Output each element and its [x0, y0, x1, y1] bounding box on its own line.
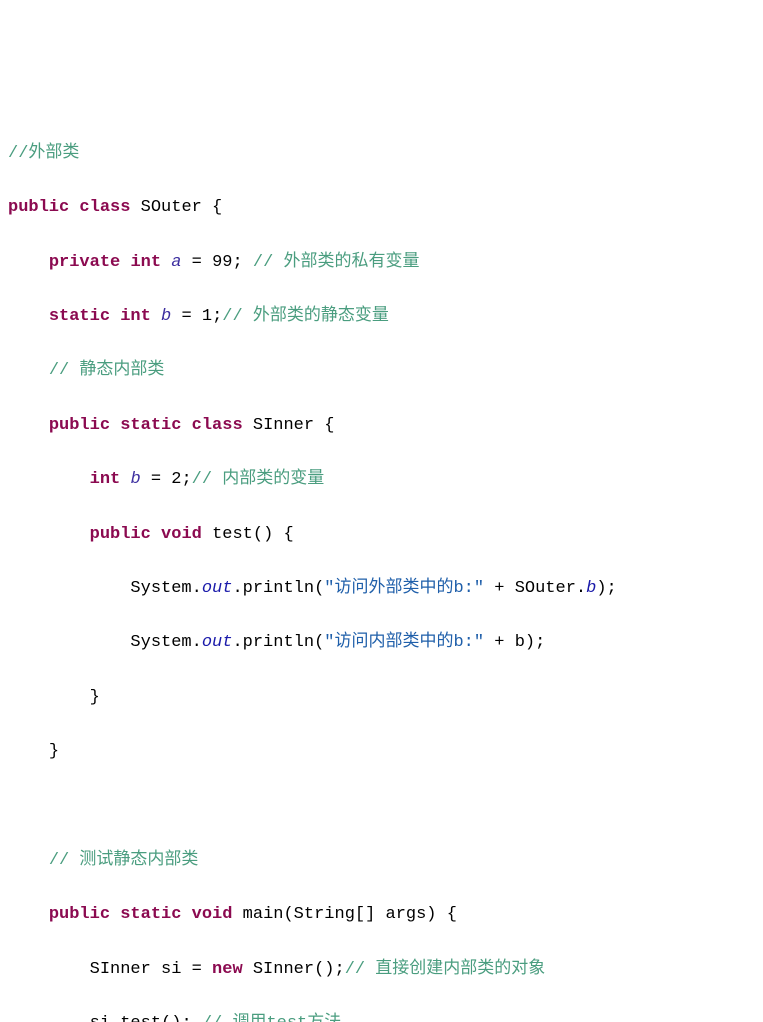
- code-line: [8, 792, 755, 819]
- brace: {: [202, 198, 222, 217]
- method-name: test: [212, 525, 253, 544]
- out-field: out: [202, 633, 233, 652]
- concat-end: + b);: [484, 633, 545, 652]
- paren: () {: [253, 525, 294, 544]
- keyword-static: static: [120, 905, 181, 924]
- operator: =: [181, 253, 212, 272]
- comment: // 静态内部类: [49, 361, 165, 380]
- field-name: b: [130, 470, 140, 489]
- keyword-static: static: [120, 416, 181, 435]
- number-literal: 99: [212, 253, 232, 272]
- code-line: public static class SInner {: [8, 412, 755, 439]
- code-block: //外部类 public class SOuter { private int …: [8, 113, 755, 1022]
- code-line: //外部类: [8, 140, 755, 167]
- field-name: a: [171, 253, 181, 272]
- println-call: .println(: [232, 579, 324, 598]
- method-call: si.test();: [90, 1014, 202, 1022]
- comment: // 直接创建内部类的对象: [345, 960, 546, 979]
- keyword-new: new: [212, 960, 243, 979]
- keyword-int: int: [90, 470, 121, 489]
- params: (String[] args) {: [283, 905, 456, 924]
- out-field: out: [202, 579, 233, 598]
- var-decl: SInner si =: [90, 960, 212, 979]
- end-stmt: );: [596, 579, 616, 598]
- keyword-int: int: [120, 307, 151, 326]
- code-line: }: [8, 684, 755, 711]
- comment: // 调用test方法: [202, 1014, 341, 1022]
- keyword-class: class: [192, 416, 243, 435]
- system-class: System.: [130, 633, 201, 652]
- code-line: System.out.println("访问外部类中的b:" + SOuter.…: [8, 575, 755, 602]
- keyword-public: public: [90, 525, 151, 544]
- keyword-private: private: [49, 253, 120, 272]
- comment: // 内部类的变量: [192, 470, 325, 489]
- keyword-public: public: [49, 905, 110, 924]
- number-literal: 2: [171, 470, 181, 489]
- field-name: b: [161, 307, 171, 326]
- keyword-public: public: [49, 416, 110, 435]
- keyword-static: static: [49, 307, 110, 326]
- code-line: System.out.println("访问内部类中的b:" + b);: [8, 629, 755, 656]
- code-line: // 静态内部类: [8, 357, 755, 384]
- keyword-class: class: [79, 198, 130, 217]
- semicolon: ;: [212, 307, 222, 326]
- method-name: main: [243, 905, 284, 924]
- code-line: int b = 2;// 内部类的变量: [8, 466, 755, 493]
- keyword-void: void: [192, 905, 233, 924]
- keyword-int: int: [130, 253, 161, 272]
- concat: + SOuter.: [484, 579, 586, 598]
- operator: =: [171, 307, 202, 326]
- code-line: SInner si = new SInner();// 直接创建内部类的对象: [8, 956, 755, 983]
- keyword-public: public: [8, 198, 69, 217]
- brace: }: [90, 688, 100, 707]
- comment: //外部类: [8, 144, 79, 163]
- field-ref: b: [586, 579, 596, 598]
- code-line: public static void main(String[] args) {: [8, 901, 755, 928]
- code-line: // 测试静态内部类: [8, 847, 755, 874]
- code-line: static int b = 1;// 外部类的静态变量: [8, 303, 755, 330]
- comment: // 外部类的私有变量: [253, 253, 420, 272]
- code-line: }: [8, 738, 755, 765]
- semicolon: ;: [232, 253, 252, 272]
- semicolon: ;: [181, 470, 191, 489]
- code-line: si.test(); // 调用test方法: [8, 1010, 755, 1022]
- comment: // 外部类的静态变量: [222, 307, 389, 326]
- code-line: private int a = 99; // 外部类的私有变量: [8, 249, 755, 276]
- string-literal: "访问内部类中的b:": [324, 633, 484, 652]
- brace: }: [49, 742, 59, 761]
- comment: // 测试静态内部类: [49, 851, 199, 870]
- class-name: SOuter: [141, 198, 202, 217]
- class-name: SInner: [253, 416, 314, 435]
- code-line: public class SOuter {: [8, 194, 755, 221]
- keyword-void: void: [161, 525, 202, 544]
- println-call: .println(: [232, 633, 324, 652]
- constructor-call: SInner();: [243, 960, 345, 979]
- code-line: public void test() {: [8, 521, 755, 548]
- string-literal: "访问外部类中的b:": [324, 579, 484, 598]
- brace: {: [314, 416, 334, 435]
- operator: =: [141, 470, 172, 489]
- system-class: System.: [130, 579, 201, 598]
- number-literal: 1: [202, 307, 212, 326]
